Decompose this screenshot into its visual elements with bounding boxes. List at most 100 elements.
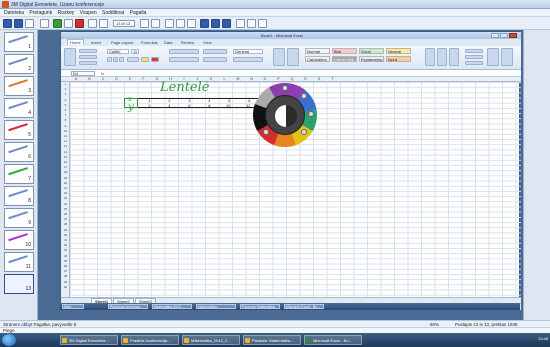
slide-thumbnail[interactable]: 5 xyxy=(4,120,34,140)
column-header[interactable]: C xyxy=(97,77,109,81)
row-header[interactable]: 33 xyxy=(61,248,70,252)
italic-button[interactable] xyxy=(113,57,118,62)
row-header[interactable]: 11 xyxy=(61,134,70,138)
pen-icon[interactable] xyxy=(282,85,288,91)
column-header[interactable]: S xyxy=(313,77,325,81)
column-header[interactable]: N xyxy=(246,77,258,81)
style-check-cell[interactable]: Check Cell xyxy=(332,56,357,62)
undo-icon[interactable] xyxy=(165,19,174,28)
inner-task[interactable]: Microsoft Excel - Bo... xyxy=(284,304,324,309)
keyboard-icon[interactable] xyxy=(247,19,256,28)
slide-thumbnail[interactable]: 7 xyxy=(4,164,34,184)
slide-thumbnail[interactable]: 3 xyxy=(4,76,34,96)
print-icon[interactable] xyxy=(64,19,73,28)
table-icon[interactable] xyxy=(236,19,245,28)
style-bad[interactable]: Bad xyxy=(332,48,357,54)
row-header[interactable]: 2 xyxy=(61,87,70,91)
format-as-table-icon[interactable] xyxy=(287,48,299,66)
clear-button[interactable] xyxy=(465,61,483,65)
settings-icon[interactable] xyxy=(258,19,267,28)
slide-thumbnail[interactable]: 9 xyxy=(4,208,34,228)
row-header[interactable]: 29 xyxy=(61,228,70,232)
merge-center-button[interactable] xyxy=(203,57,227,62)
row-header[interactable]: 19 xyxy=(61,176,70,180)
table-cell[interactable]: 10 xyxy=(218,103,230,108)
tab-data[interactable]: Data xyxy=(164,40,172,45)
window-icon[interactable] xyxy=(25,19,34,28)
menu-item[interactable]: Sodditinat xyxy=(102,10,124,16)
column-header[interactable]: A xyxy=(70,77,82,81)
autosum-button[interactable] xyxy=(465,49,483,53)
taskbar-item[interactable]: 3M Digital Eenvelete... xyxy=(60,335,118,345)
forward-icon[interactable] xyxy=(151,19,160,28)
next-page-icon[interactable] xyxy=(99,19,108,28)
row-header[interactable]: 23 xyxy=(61,196,70,200)
conditional-formatting-icon[interactable] xyxy=(273,48,285,66)
color-wheel-palette[interactable] xyxy=(253,83,317,147)
style-normal[interactable]: Normal xyxy=(305,48,330,54)
column-header[interactable]: O xyxy=(259,77,271,81)
line-width-icon[interactable] xyxy=(301,129,307,135)
slide-thumbnail[interactable]: 11 xyxy=(4,252,34,272)
open-icon[interactable] xyxy=(40,19,49,28)
fill-color-button[interactable] xyxy=(141,57,149,62)
tab-insert[interactable]: Insert xyxy=(91,40,101,45)
tab-home[interactable]: Home xyxy=(67,39,84,45)
underline-button[interactable] xyxy=(119,57,124,62)
menu-item[interactable]: Rozkey xyxy=(58,10,75,16)
cut-button[interactable] xyxy=(79,49,97,53)
slide-thumbnail[interactable]: 10 xyxy=(4,230,34,250)
inner-task[interactable]: Nacionalinis... xyxy=(196,304,236,309)
row-header[interactable]: 34 xyxy=(61,254,70,258)
redo-icon[interactable] xyxy=(176,19,185,28)
taskbar-item[interactable]: Matematika_2012_2... xyxy=(182,335,240,345)
slide-thumbnail-selected[interactable]: 13 xyxy=(4,274,34,294)
tab-page-layout[interactable]: Page Layout xyxy=(111,40,133,45)
row-header[interactable]: 25 xyxy=(61,207,70,211)
highlighter-icon[interactable] xyxy=(301,93,307,99)
row-header[interactable]: 21 xyxy=(61,186,70,190)
name-box[interactable]: D4 xyxy=(71,71,95,76)
screen-icon[interactable] xyxy=(211,19,220,28)
table-cell[interactable]: 6 xyxy=(178,103,190,108)
find-select-icon[interactable] xyxy=(501,48,513,66)
taskbar-clock[interactable]: 13:48 xyxy=(538,336,548,341)
row-header[interactable]: 3 xyxy=(61,92,70,96)
row-header[interactable]: 26 xyxy=(61,212,70,216)
font-color-button[interactable] xyxy=(151,57,159,62)
maximize-icon[interactable] xyxy=(500,33,508,38)
row-header[interactable]: 15 xyxy=(61,155,70,159)
column-header[interactable]: F xyxy=(138,77,150,81)
row-header[interactable]: 31 xyxy=(61,238,70,242)
row-header[interactable]: 40 xyxy=(61,285,70,289)
row-header[interactable]: 14 xyxy=(61,150,70,154)
fill-button[interactable] xyxy=(465,55,483,59)
row-header[interactable]: 18 xyxy=(61,170,70,174)
row-header[interactable]: 6 xyxy=(61,108,70,112)
table-cell[interactable]: 8 xyxy=(198,103,210,108)
row-header[interactable]: 37 xyxy=(61,269,70,273)
row-header[interactable]: 30 xyxy=(61,233,70,237)
column-header[interactable]: E xyxy=(124,77,136,81)
minimize-icon[interactable] xyxy=(491,33,499,38)
row-header[interactable]: 32 xyxy=(61,243,70,247)
style-input[interactable]: Input xyxy=(386,56,411,62)
row-header[interactable]: 24 xyxy=(61,202,70,206)
number-format-buttons[interactable] xyxy=(233,57,263,62)
row-header[interactable]: 7 xyxy=(61,113,70,117)
copy-button[interactable] xyxy=(79,55,97,59)
style-calculation[interactable]: Calculation xyxy=(305,56,330,62)
inner-start[interactable]: Start xyxy=(62,304,84,309)
font-size-select[interactable]: 11 xyxy=(131,49,139,54)
tab-review[interactable]: Review xyxy=(181,40,194,45)
inner-task[interactable]: Matematika 2012... xyxy=(152,304,192,309)
column-header[interactable]: B xyxy=(84,77,96,81)
bold-button[interactable] xyxy=(107,57,112,62)
tab-view[interactable]: View xyxy=(203,40,212,45)
row-header[interactable]: 16 xyxy=(61,160,70,164)
fx-icon[interactable]: fx xyxy=(101,71,104,76)
shape-icon[interactable] xyxy=(263,129,269,135)
font-name-select[interactable]: Calibri xyxy=(107,49,129,54)
column-header[interactable]: D xyxy=(111,77,123,81)
column-header[interactable]: T xyxy=(327,77,339,81)
